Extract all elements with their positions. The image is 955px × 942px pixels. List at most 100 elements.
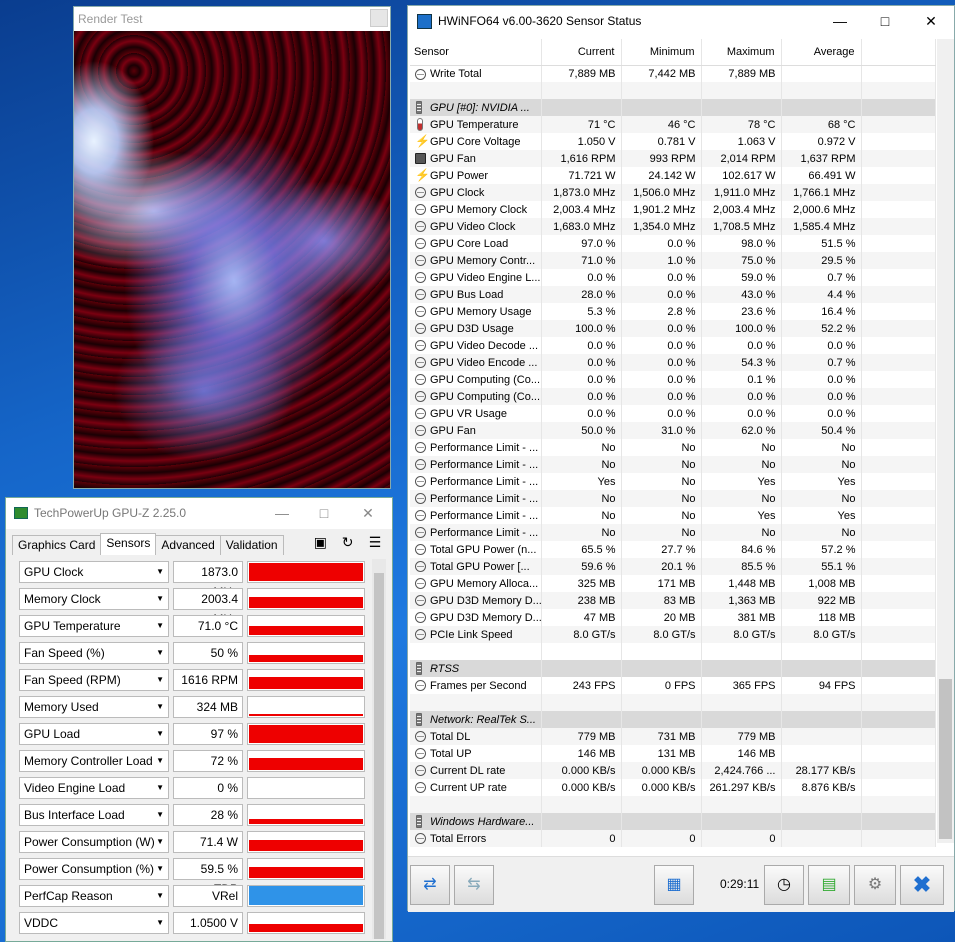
table-row[interactable]: — GPU Video Decode ... 0.0 % 0.0 % 0.0 % 0.0 … bbox=[410, 337, 936, 354]
table-row[interactable]: GPU Fan 1,616 RPM 993 RPM 2,014 RPM 1,637 RP… bbox=[410, 150, 936, 167]
table-row[interactable]: — GPU Memory Contr... 71.0 % 1.0 % 75.0 % 29.… bbox=[410, 252, 936, 269]
table-row[interactable]: — Frames per Second 243 FPS 0 FPS 365 FPS 94 … bbox=[410, 677, 936, 694]
sensor-name-dropdown[interactable]: Memory Used ▼ bbox=[19, 696, 169, 718]
sensor-name-dropdown[interactable]: VDDC ▼ bbox=[19, 912, 169, 934]
group-header-row[interactable]: RTSS bbox=[410, 660, 936, 677]
table-row[interactable]: — Performance Limit - ... No No No No bbox=[410, 439, 936, 456]
table-row[interactable]: — GPU Memory Clock 2,003.4 MHz 1,901.2 MHz 2… bbox=[410, 201, 936, 218]
scroll-thumb[interactable] bbox=[374, 573, 384, 939]
add-report-icon[interactable]: ▤ bbox=[808, 865, 850, 905]
table-row[interactable]: — GPU Video Encode ... 0.0 % 0.0 % 54.3 % 0.7… bbox=[410, 354, 936, 371]
dropdown-arrow-icon[interactable]: ▼ bbox=[156, 670, 164, 690]
table-row[interactable]: ⚡ GPU Power 71.721 W 24.142 W 102.617 W 66.49… bbox=[410, 167, 936, 184]
column-header-current[interactable]: Current bbox=[541, 39, 622, 66]
table-row[interactable]: — GPU D3D Usage 100.0 % 0.0 % 100.0 % 52.2 % bbox=[410, 320, 936, 337]
close-x-icon[interactable]: ✖ bbox=[900, 865, 944, 905]
table-row[interactable]: — Performance Limit - ... No No No No bbox=[410, 456, 936, 473]
network-icon[interactable]: ▦ bbox=[654, 865, 694, 905]
sensor-name-dropdown[interactable]: Bus Interface Load ▼ bbox=[19, 804, 169, 826]
sensor-name-dropdown[interactable]: Power Consumption (%) ▼ bbox=[19, 858, 169, 880]
table-row[interactable]: — GPU D3D Memory D... 238 MB 83 MB 1,363 MB 9… bbox=[410, 592, 936, 609]
gpuz-scrollbar[interactable] bbox=[372, 559, 386, 939]
sensor-name-dropdown[interactable]: Memory Clock ▼ bbox=[19, 588, 169, 610]
table-row[interactable]: — Performance Limit - ... Yes No Yes Yes bbox=[410, 473, 936, 490]
sensor-name-dropdown[interactable]: GPU Temperature ▼ bbox=[19, 615, 169, 637]
dropdown-arrow-icon[interactable]: ▼ bbox=[156, 643, 164, 663]
tab-sensors[interactable]: Sensors bbox=[100, 533, 157, 555]
scroll-thumb[interactable] bbox=[939, 679, 952, 839]
table-row[interactable]: — GPU Bus Load 28.0 % 0.0 % 43.0 % 4.4 % bbox=[410, 286, 936, 303]
table-row[interactable]: — GPU D3D Memory D... 47 MB 20 MB 381 MB 118 … bbox=[410, 609, 936, 626]
minimize-icon[interactable]: — bbox=[820, 6, 860, 37]
table-row[interactable]: — Performance Limit - ... No No Yes Yes bbox=[410, 507, 936, 524]
sensor-name-dropdown[interactable]: Video Engine Load ▼ bbox=[19, 777, 169, 799]
dropdown-arrow-icon[interactable]: ▼ bbox=[156, 832, 164, 852]
sensor-name-dropdown[interactable]: Fan Speed (%) ▼ bbox=[19, 642, 169, 664]
table-row[interactable]: — Total GPU Power (n... 65.5 % 27.7 % 84.6 %… bbox=[410, 541, 936, 558]
table-row[interactable]: — Current UP rate 0.000 KB/s 0.000 KB/s 261.… bbox=[410, 779, 936, 796]
table-row[interactable]: — GPU Memory Usage 5.3 % 2.8 % 23.6 % 16.4 % bbox=[410, 303, 936, 320]
close-button[interactable] bbox=[370, 9, 388, 27]
column-header-average[interactable]: Average bbox=[781, 39, 862, 66]
table-row[interactable]: — Total DL 779 MB 731 MB 779 MB bbox=[410, 728, 936, 745]
tab-graphics-card[interactable]: Graphics Card bbox=[12, 535, 102, 555]
dropdown-arrow-icon[interactable]: ▼ bbox=[156, 724, 164, 744]
table-row[interactable]: — PCIe Link Speed 8.0 GT/s 8.0 GT/s 8.0 GT/s… bbox=[410, 626, 936, 643]
gpuz-titlebar[interactable]: TechPowerUp GPU-Z 2.25.0 — □ ✕ bbox=[6, 498, 392, 529]
table-row[interactable]: — GPU Fan 50.0 % 31.0 % 62.0 % 50.4 % bbox=[410, 422, 936, 439]
table-row[interactable]: — GPU Video Clock 1,683.0 MHz 1,354.0 MHz 1,… bbox=[410, 218, 936, 235]
sensor-name-dropdown[interactable]: GPU Load ▼ bbox=[19, 723, 169, 745]
tab-advanced[interactable]: Advanced bbox=[155, 535, 221, 555]
group-header-row[interactable]: Windows Hardware... bbox=[410, 813, 936, 830]
dropdown-arrow-icon[interactable]: ▼ bbox=[156, 562, 164, 582]
column-header-minimum[interactable]: Minimum bbox=[621, 39, 702, 66]
tab-validation[interactable]: Validation bbox=[219, 535, 284, 555]
menu-icon[interactable]: ☰ bbox=[366, 534, 384, 551]
settings-gear-icon[interactable]: ⚙ bbox=[854, 865, 896, 905]
sensor-name-dropdown[interactable]: Power Consumption (W) ▼ bbox=[19, 831, 169, 853]
column-header-maximum[interactable]: Maximum bbox=[701, 39, 782, 66]
table-row[interactable]: ⚡ GPU Core Voltage 1.050 V 0.781 V 1.063 V 0.… bbox=[410, 133, 936, 150]
camera-icon[interactable]: ▣ bbox=[311, 534, 329, 551]
sensor-name-dropdown[interactable]: Memory Controller Load ▼ bbox=[19, 750, 169, 772]
table-row[interactable]: — Total GPU Power [... 59.6 % 20.1 % 85.5 % 5… bbox=[410, 558, 936, 575]
table-row[interactable]: — GPU Clock 1,873.0 MHz 1,506.0 MHz 1,911.0 … bbox=[410, 184, 936, 201]
table-row[interactable]: — Performance Limit - ... No No No No bbox=[410, 524, 936, 541]
clock-icon[interactable]: ◷ bbox=[764, 865, 804, 905]
table-row[interactable]: — Performance Limit - ... No No No No bbox=[410, 490, 936, 507]
sensor-name-dropdown[interactable]: GPU Clock ▼ bbox=[19, 561, 169, 583]
refresh-icon[interactable]: ↻ bbox=[339, 534, 357, 551]
maximize-icon[interactable]: □ bbox=[304, 498, 344, 529]
group-header-row[interactable]: GPU [#0]: NVIDIA ... bbox=[410, 99, 936, 116]
table-row[interactable]: — Write Total 7,889 MB 7,442 MB 7,889 MB bbox=[410, 65, 936, 82]
dropdown-arrow-icon[interactable]: ▼ bbox=[156, 751, 164, 771]
table-row[interactable]: — GPU Computing (Co... 0.0 % 0.0 % 0.1 % 0.0 … bbox=[410, 371, 936, 388]
nav-arrows-icon[interactable]: ⇄ bbox=[410, 865, 450, 905]
dropdown-arrow-icon[interactable]: ▼ bbox=[156, 859, 164, 879]
render-test-titlebar[interactable]: Render Test bbox=[74, 7, 390, 31]
dropdown-arrow-icon[interactable]: ▼ bbox=[156, 589, 164, 609]
sensor-name-dropdown[interactable]: Fan Speed (RPM) ▼ bbox=[19, 669, 169, 691]
maximize-icon[interactable]: □ bbox=[865, 6, 905, 37]
close-icon[interactable]: ✕ bbox=[911, 6, 951, 37]
sensor-name-dropdown[interactable]: PerfCap Reason ▼ bbox=[19, 885, 169, 907]
dropdown-arrow-icon[interactable]: ▼ bbox=[156, 886, 164, 906]
column-header-sensor[interactable]: Sensor bbox=[410, 39, 542, 66]
collapse-arrows-icon[interactable]: ⇆ bbox=[454, 865, 494, 905]
table-row[interactable]: — Total Errors 0 0 0 bbox=[410, 830, 936, 847]
table-row[interactable]: — Total UP 146 MB 131 MB 146 MB bbox=[410, 745, 936, 762]
table-row[interactable]: — GPU Video Engine L... 0.0 % 0.0 % 59.0 % 0.… bbox=[410, 269, 936, 286]
table-row[interactable]: — GPU Core Load 97.0 % 0.0 % 98.0 % 51.5 % bbox=[410, 235, 936, 252]
table-row[interactable]: GPU Temperature 71 °C 46 °C 78 °C 68 °C bbox=[410, 116, 936, 133]
dropdown-arrow-icon[interactable]: ▼ bbox=[156, 913, 164, 933]
table-row[interactable]: — Current DL rate 0.000 KB/s 0.000 KB/s 2,42… bbox=[410, 762, 936, 779]
group-header-row[interactable]: Network: RealTek S... bbox=[410, 711, 936, 728]
dropdown-arrow-icon[interactable]: ▼ bbox=[156, 778, 164, 798]
dropdown-arrow-icon[interactable]: ▼ bbox=[156, 805, 164, 825]
minimize-icon[interactable]: — bbox=[262, 498, 302, 529]
table-row[interactable]: — GPU Computing (Co... 0.0 % 0.0 % 0.0 % 0.0 … bbox=[410, 388, 936, 405]
close-icon[interactable]: ✕ bbox=[348, 498, 388, 529]
dropdown-arrow-icon[interactable]: ▼ bbox=[156, 697, 164, 717]
table-row[interactable]: — GPU Memory Alloca... 325 MB 171 MB 1,448 M… bbox=[410, 575, 936, 592]
hwinfo-scrollbar[interactable] bbox=[937, 39, 954, 843]
